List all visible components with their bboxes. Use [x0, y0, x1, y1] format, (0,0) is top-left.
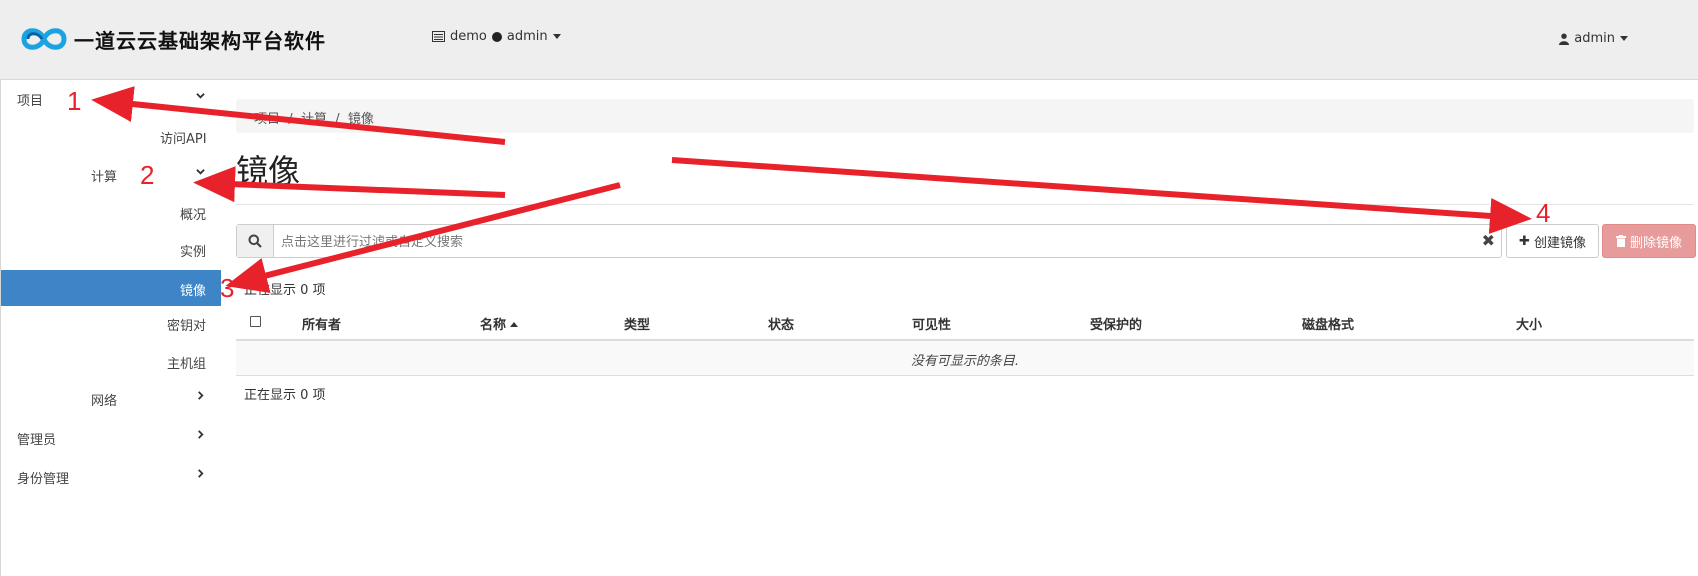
create-image-button[interactable]: ✚ 创建镜像 [1506, 224, 1599, 258]
sidebar-item-label: 身份管理 [17, 472, 70, 487]
column-name-label: 名称 [480, 318, 507, 333]
sidebar-item-network[interactable]: 网络 [1, 380, 221, 416]
sidebar-item-label: 管理员 [17, 433, 57, 448]
sidebar-item-host-groups[interactable]: 主机组 [1, 343, 221, 379]
sidebar-item-images[interactable]: 镜像 [1, 270, 221, 306]
project-user: admin [506, 29, 548, 44]
sidebar-item-overview[interactable]: 概况 [1, 194, 221, 230]
breadcrumb-separator: / [284, 112, 297, 127]
chevron-right-icon [198, 469, 204, 478]
item-count-top: 正在显示 0 项 [244, 283, 326, 298]
sidebar-item-label: 访问API [160, 132, 207, 147]
caret-down-icon [552, 34, 561, 39]
sidebar-item-identity[interactable]: 身份管理 [1, 458, 221, 494]
project-switcher[interactable]: demo admin [432, 29, 561, 44]
server-icon [432, 31, 445, 42]
sidebar-item-key-pairs[interactable]: 密钥对 [1, 305, 221, 341]
brand-logo-icon [21, 28, 67, 50]
delete-images-label: 删除镜像 [1629, 235, 1682, 251]
user-name: admin [1574, 31, 1615, 46]
chevron-down-icon [196, 93, 205, 99]
sidebar-item-label: 网络 [91, 394, 118, 409]
sidebar-item-label: 镜像 [180, 284, 207, 299]
breadcrumb-item-project[interactable]: 项目 [254, 112, 280, 127]
sidebar-item-label: 主机组 [167, 357, 207, 372]
chevron-right-icon [198, 430, 204, 439]
annotation-arrow-4 [671, 157, 1532, 234]
table-header: 所有者 名称 类型 状态 可见性 受保护的 磁盘格式 大小 [236, 305, 1694, 341]
column-visibility[interactable]: 可见性 [912, 314, 951, 333]
caret-down-icon [1620, 36, 1628, 41]
empty-message: 没有可显示的条目. [910, 354, 1020, 369]
column-owner[interactable]: 所有者 [302, 314, 341, 333]
chevron-right-icon [198, 391, 204, 400]
brand[interactable]: 一道云云基础架构平台软件 [18, 22, 326, 56]
create-image-label: 创建镜像 [1533, 235, 1586, 251]
breadcrumb-separator: / [331, 112, 344, 127]
plus-icon: ✚ [1519, 233, 1530, 249]
breadcrumb-item-compute[interactable]: 计算 [301, 112, 327, 127]
sidebar-item-label: 计算 [91, 170, 118, 185]
column-size[interactable]: 大小 [1516, 314, 1542, 333]
sidebar-item-label: 项目 [17, 94, 44, 109]
sidebar-item-compute[interactable]: 计算 [1, 156, 221, 192]
trash-icon [1615, 235, 1626, 247]
select-all-checkbox[interactable] [250, 316, 261, 327]
annotation-label-2: 2 [140, 160, 155, 190]
separator-dot-icon [491, 31, 502, 42]
delete-images-button[interactable]: 删除镜像 [1602, 224, 1696, 258]
divider [236, 204, 1694, 205]
sidebar-item-label: 概况 [180, 208, 207, 223]
table-empty-row: 没有可显示的条目. [236, 341, 1694, 376]
project-name: demo [450, 29, 487, 44]
page-title: 镜像 [236, 152, 301, 190]
filter-search-group: ✖ [236, 224, 1502, 259]
column-disk-format[interactable]: 磁盘格式 [1302, 314, 1354, 333]
user-menu[interactable]: admin [1559, 31, 1628, 46]
sidebar-item-label: 实例 [180, 245, 207, 260]
annotation-label-3: 3 [220, 273, 235, 303]
breadcrumb: 项目 / 计算 / 镜像 [236, 99, 1694, 133]
sort-ascending-icon [510, 322, 519, 327]
chevron-down-icon [196, 169, 205, 175]
sidebar: 项目 访问API 计算 概况 实例 镜像 密钥对 主机组 网络 管理员 身份管理 [0, 80, 221, 576]
breadcrumb-item-images: 镜像 [347, 112, 374, 127]
annotation-label-1: 1 [67, 86, 82, 116]
top-navbar: 一道云云基础架构平台软件 demo admin admin [0, 0, 1698, 80]
user-icon [1559, 33, 1570, 45]
search-addon[interactable] [237, 225, 274, 257]
sidebar-item-admin[interactable]: 管理员 [1, 419, 221, 455]
column-name[interactable]: 名称 [480, 314, 519, 333]
clear-icon[interactable]: ✖ [1482, 231, 1495, 250]
brand-name: 一道云云基础架构平台软件 [74, 28, 326, 53]
annotation-label-4: 4 [1536, 198, 1551, 228]
sidebar-item-instances[interactable]: 实例 [1, 231, 221, 267]
sidebar-item-project[interactable]: 项目 [1, 80, 221, 116]
sidebar-item-label: 密钥对 [167, 319, 207, 334]
column-protected[interactable]: 受保护的 [1090, 314, 1142, 333]
search-input[interactable] [279, 225, 1463, 259]
search-icon [248, 234, 262, 248]
column-type[interactable]: 类型 [624, 314, 650, 333]
item-count-bottom: 正在显示 0 项 [244, 388, 326, 403]
column-status[interactable]: 状态 [768, 314, 794, 333]
sidebar-item-access-api[interactable]: 访问API [1, 118, 221, 154]
